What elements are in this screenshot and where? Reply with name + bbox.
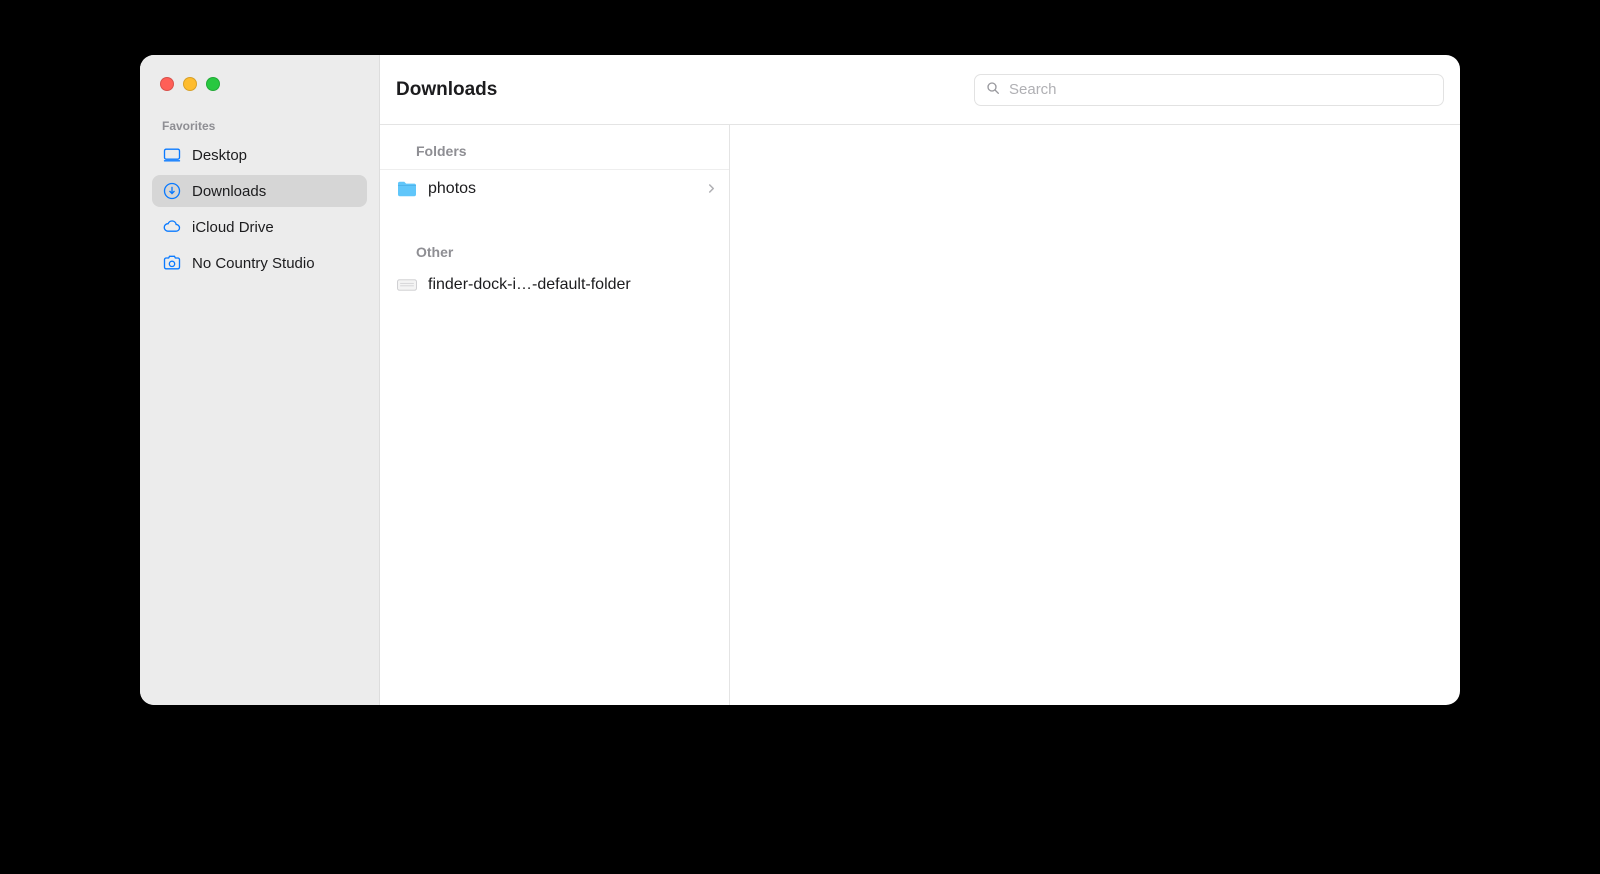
row-label: photos	[428, 180, 698, 198]
search-field[interactable]	[974, 74, 1444, 106]
folder-icon	[396, 180, 418, 198]
group-header-other: Other	[380, 238, 729, 266]
column-view: Folders photos Other	[380, 125, 1460, 705]
group-header-folders: Folders	[380, 137, 729, 170]
sidebar-item-no-country-studio[interactable]: No Country Studio	[152, 247, 367, 279]
search-input[interactable]	[1009, 81, 1433, 98]
row-label: finder-dock-i…-default-folder	[428, 276, 715, 294]
sidebar-item-label: iCloud Drive	[192, 219, 274, 236]
file-row-finder-dock[interactable]: finder-dock-i…-default-folder	[380, 266, 729, 304]
finder-window: Favorites Desktop Downloads iCloud Drive…	[140, 55, 1460, 705]
search-icon	[985, 80, 1001, 100]
minimize-window-button[interactable]	[183, 77, 197, 91]
sidebar-item-icloud-drive[interactable]: iCloud Drive	[152, 211, 367, 243]
download-icon	[162, 181, 182, 201]
window-title: Downloads	[396, 79, 497, 101]
zoom-window-button[interactable]	[206, 77, 220, 91]
sidebar-item-downloads[interactable]: Downloads	[152, 175, 367, 207]
column-1: Folders photos Other	[380, 125, 730, 705]
close-window-button[interactable]	[160, 77, 174, 91]
sidebar-item-label: Downloads	[192, 183, 266, 200]
sidebar-item-desktop[interactable]: Desktop	[152, 139, 367, 171]
desktop-icon	[162, 145, 182, 165]
window-controls	[152, 77, 367, 91]
chevron-right-icon	[708, 181, 715, 198]
cloud-icon	[162, 217, 182, 237]
executable-icon	[396, 279, 418, 291]
camera-folder-icon	[162, 253, 182, 273]
sidebar: Favorites Desktop Downloads iCloud Drive…	[140, 55, 380, 705]
sidebar-section-label: Favorites	[152, 119, 367, 139]
sidebar-item-label: No Country Studio	[192, 255, 315, 272]
toolbar: Downloads	[380, 55, 1460, 125]
column-2-empty	[730, 125, 1460, 705]
folder-row-photos[interactable]: photos	[380, 170, 729, 208]
sidebar-item-label: Desktop	[192, 147, 247, 164]
main-pane: Downloads Folders	[380, 55, 1460, 705]
